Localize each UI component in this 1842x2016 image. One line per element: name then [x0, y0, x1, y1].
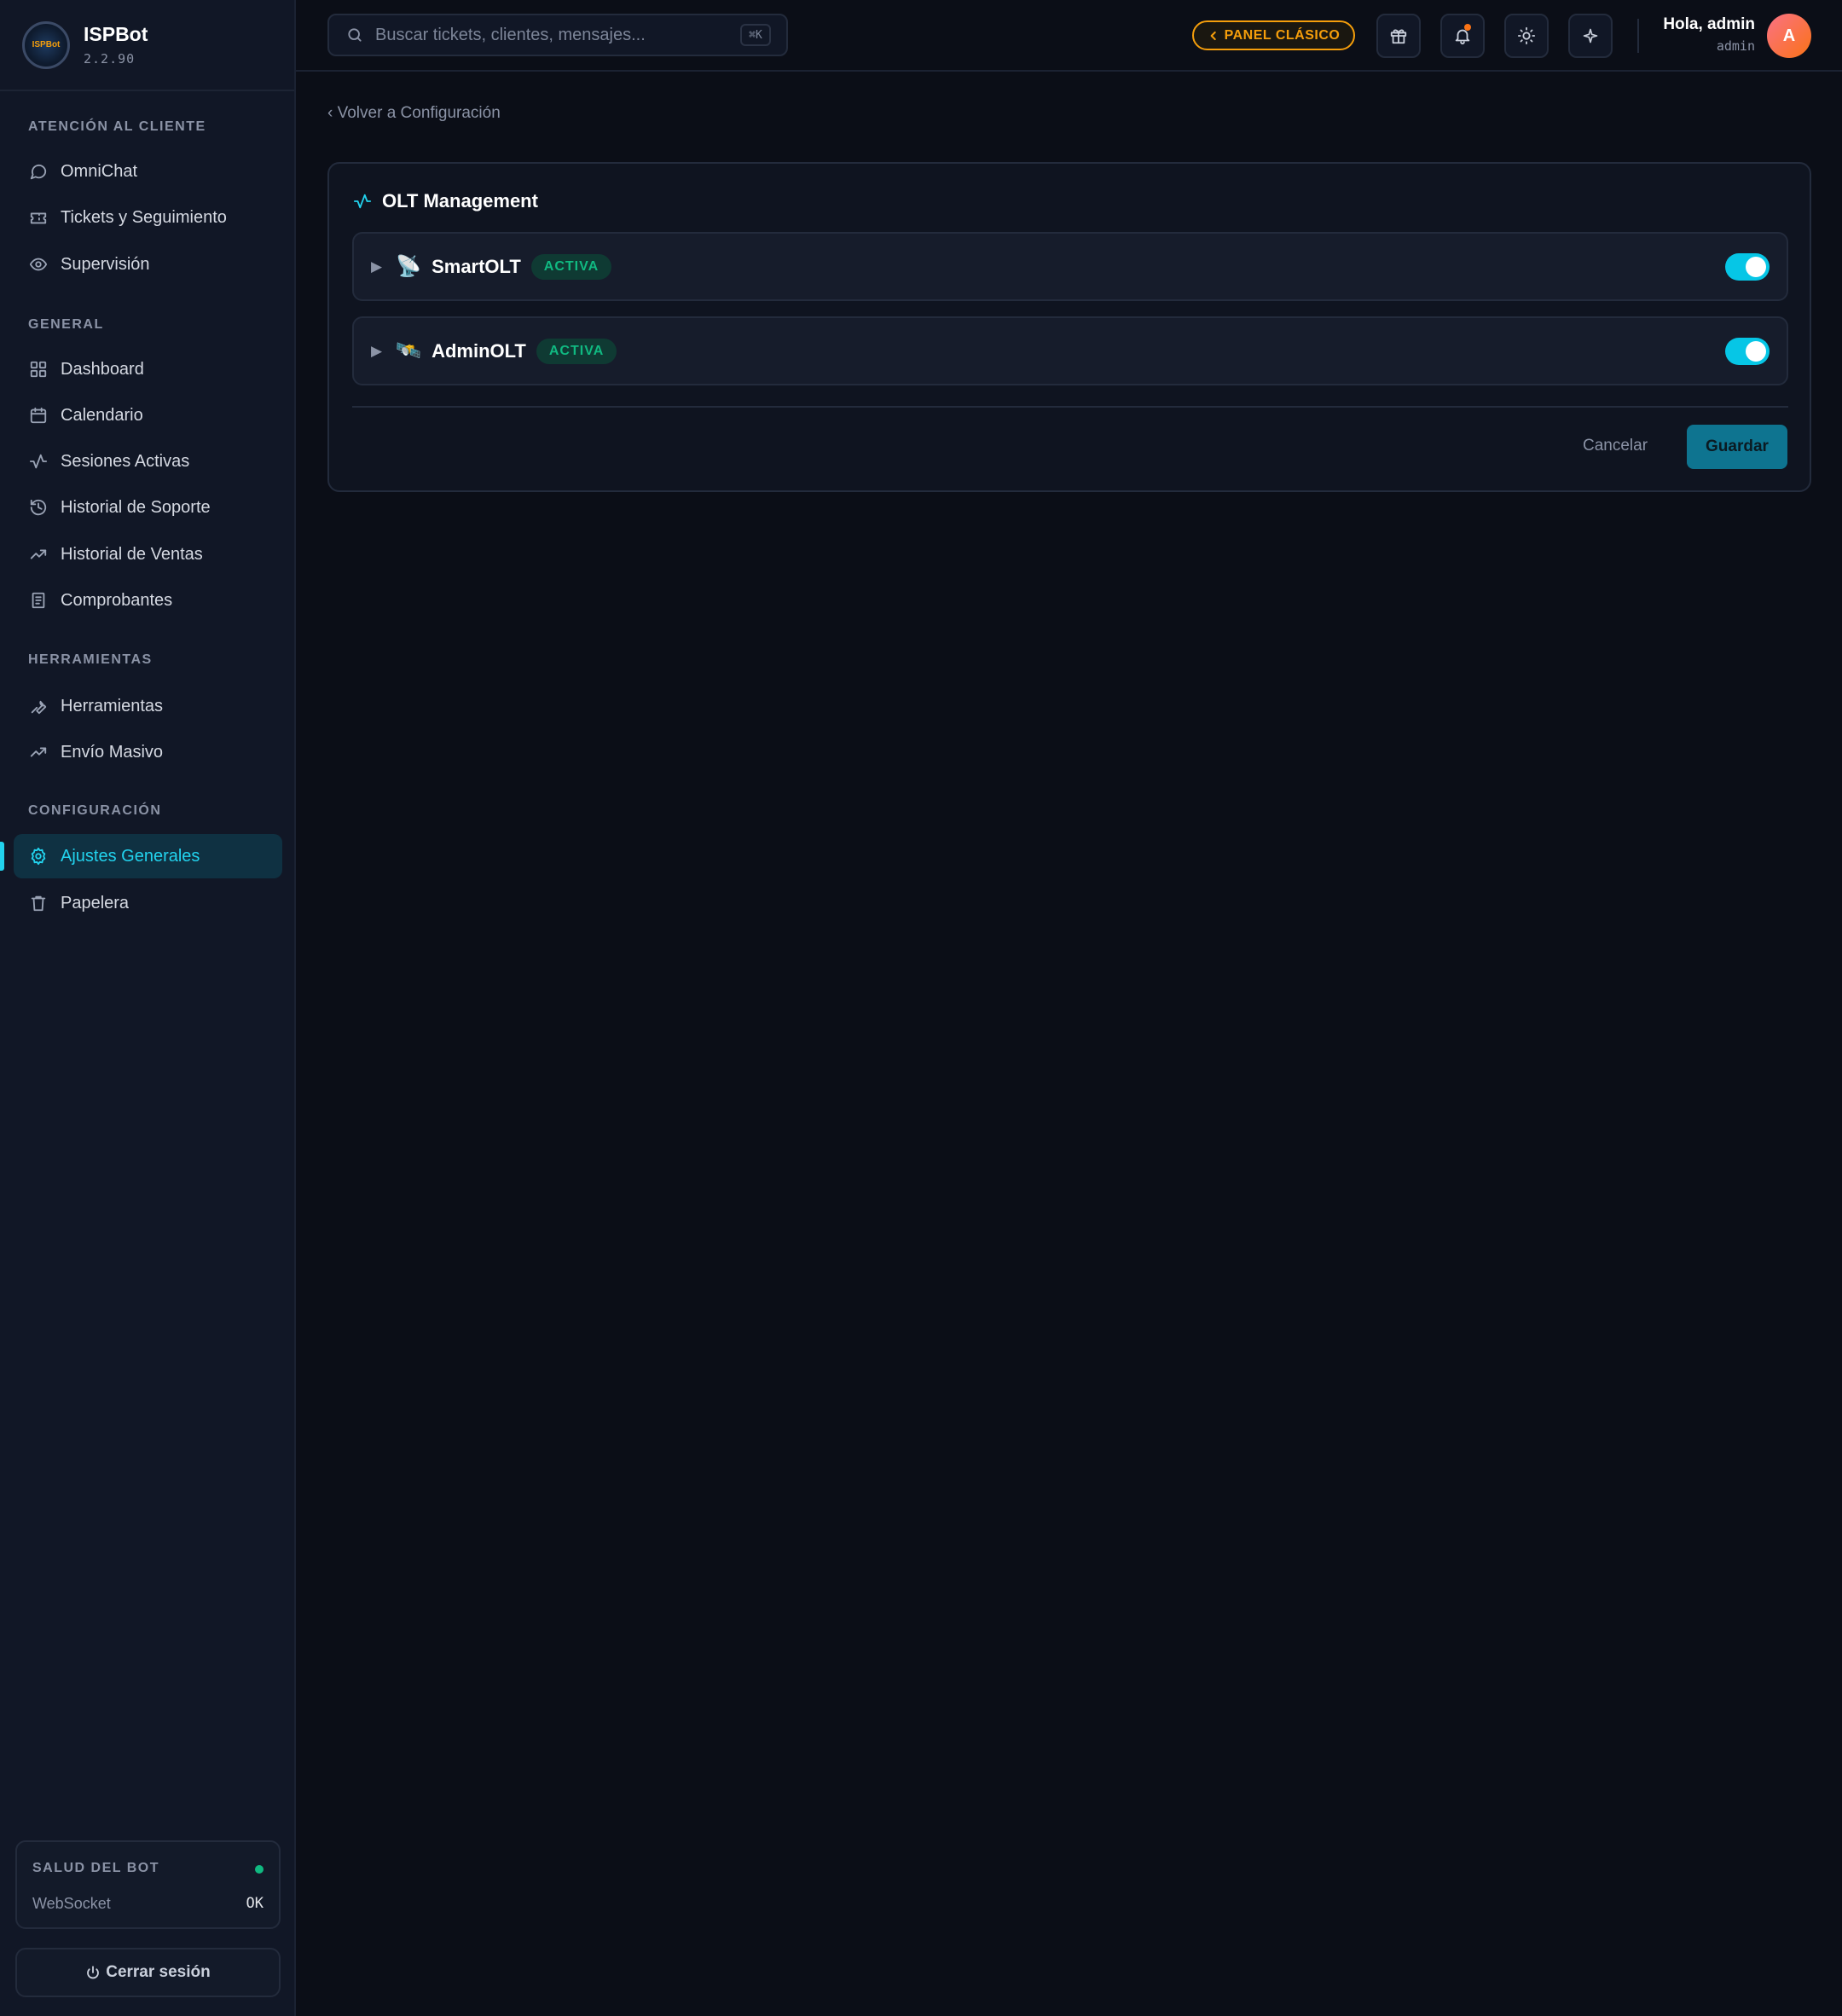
sidebar-item-historial-ventas[interactable]: Historial de Ventas: [14, 532, 282, 576]
section-title-herramientas: HERRAMIENTAS: [28, 652, 153, 667]
top-header: Buscar tickets, clientes, mensajes... ⌘K…: [296, 0, 1842, 72]
section-title-general: GENERAL: [28, 317, 104, 332]
card-title-label: OLT Management: [382, 190, 538, 211]
sidebar-item-label: Envío Masivo: [61, 742, 164, 762]
sidebar-item-envio-masivo[interactable]: Envío Masivo: [14, 730, 282, 774]
satellite-dish-icon: 📡: [396, 255, 422, 278]
activity-icon: [28, 451, 49, 472]
sidebar-item-herramientas[interactable]: Herramientas: [14, 684, 282, 728]
panel-clasico-label: PANEL CLÁSICO: [1224, 27, 1341, 43]
sidebar-item-label: Ajustes Generales: [61, 846, 200, 866]
eye-icon: [28, 254, 49, 275]
sidebar-item-label: Herramientas: [61, 696, 164, 715]
history-icon: [28, 497, 49, 518]
chevron-left-icon: [1208, 30, 1219, 42]
card-divider: [352, 406, 1788, 408]
sidebar-item-ajustes-generales[interactable]: Ajustes Generales: [14, 834, 282, 878]
trending-up-icon: [28, 544, 49, 565]
status-badge: ACTIVA: [530, 253, 612, 280]
theme-toggle-button[interactable]: [1504, 14, 1549, 58]
sidebar-item-dashboard[interactable]: Dashboard: [14, 347, 282, 391]
header-divider: [1637, 19, 1639, 53]
brand: ISPBot ISPBot 2.2.90: [0, 0, 294, 91]
logout-label: Cerrar sesión: [106, 1963, 211, 1981]
health-websocket-value: OK: [246, 1895, 264, 1912]
sidebar-item-papelera[interactable]: Papelera: [14, 881, 282, 925]
cancel-button[interactable]: Cancelar: [1583, 437, 1648, 455]
user-role: admin: [1716, 38, 1755, 54]
bot-health-panel: SALUD DEL BOT WebSocket OK: [15, 1840, 281, 1929]
sidebar-item-label: Historial de Ventas: [61, 544, 203, 564]
sidebar-item-historial-soporte[interactable]: Historial de Soporte: [14, 485, 282, 530]
olt-row-smartolt[interactable]: ▶ 📡 SmartOLT ACTIVA: [352, 232, 1788, 301]
sidebar-item-label: Comprobantes: [61, 590, 173, 610]
activity-icon: [353, 192, 372, 211]
sidebar-item-label: Sesiones Activas: [61, 451, 190, 471]
calendar-icon: [28, 405, 49, 426]
user-greeting: Hola, admin: [1663, 15, 1755, 33]
sidebar-item-label: Supervisión: [61, 254, 150, 274]
panel-clasico-button[interactable]: PANEL CLÁSICO: [1192, 20, 1355, 50]
sidebar-item-supervision[interactable]: Supervisión: [14, 242, 282, 287]
sun-icon: [1517, 26, 1536, 45]
olt-name: AdminOLT: [432, 339, 526, 362]
search-placeholder: Buscar tickets, clientes, mensajes...: [375, 25, 646, 44]
expand-caret-icon[interactable]: ▶: [371, 258, 382, 275]
health-title: SALUD DEL BOT: [32, 1861, 159, 1875]
toggle-knob: [1746, 341, 1766, 362]
brand-version: 2.2.90: [84, 51, 136, 67]
ticket-icon: [28, 207, 49, 228]
satellite-icon: 🛰️: [396, 339, 422, 362]
sidebar-item-label: Dashboard: [61, 359, 144, 379]
ai-assistant-button[interactable]: [1568, 14, 1613, 58]
sidebar-item-label: Tickets y Seguimiento: [61, 207, 227, 227]
olt-management-card: OLT Management ▶ 📡 SmartOLT ACTIVA ▶ 🛰️ …: [327, 162, 1811, 492]
save-button[interactable]: Guardar: [1687, 425, 1787, 469]
card-title: OLT Management: [353, 190, 538, 212]
active-indicator: [0, 842, 4, 871]
expand-caret-icon[interactable]: ▶: [371, 343, 382, 360]
smartolt-enable-toggle[interactable]: [1725, 253, 1770, 281]
gift-icon: [1389, 26, 1408, 45]
grid-icon: [28, 359, 49, 379]
health-websocket-label: WebSocket: [32, 1895, 111, 1912]
trash-icon: [28, 893, 49, 913]
sidebar-item-omnichat[interactable]: OmniChat: [14, 149, 282, 194]
chat-bubble-icon: [28, 161, 49, 182]
sidebar: ISPBot ISPBot 2.2.90 ATENCIÓN AL CLIENTE…: [0, 0, 296, 2016]
section-title-configuracion: CONFIGURACIÓN: [28, 803, 162, 818]
adminolt-enable-toggle[interactable]: [1725, 338, 1770, 365]
sidebar-item-label: OmniChat: [61, 161, 138, 181]
trending-up-icon: [28, 742, 49, 762]
search-icon: [346, 26, 363, 43]
sparkle-icon: [1582, 27, 1599, 44]
notifications-button[interactable]: [1440, 14, 1485, 58]
sidebar-item-sesiones[interactable]: Sesiones Activas: [14, 439, 282, 484]
sidebar-item-calendario[interactable]: Calendario: [14, 393, 282, 437]
power-icon: [85, 1965, 101, 1980]
search-shortcut: ⌘K: [740, 24, 771, 46]
brand-name: ISPBot: [84, 23, 148, 45]
sidebar-item-label: Calendario: [61, 405, 143, 425]
back-to-settings-link[interactable]: ‹ Volver a Configuración: [327, 104, 501, 123]
notification-dot: [1464, 24, 1471, 31]
logout-button[interactable]: Cerrar sesión: [15, 1948, 281, 1997]
health-status-dot: [255, 1865, 264, 1874]
sidebar-item-label: Papelera: [61, 893, 130, 912]
sidebar-item-tickets[interactable]: Tickets y Seguimiento: [14, 195, 282, 240]
sidebar-item-label: Historial de Soporte: [61, 497, 211, 517]
gift-button[interactable]: [1376, 14, 1421, 58]
avatar[interactable]: A: [1767, 14, 1811, 58]
wrench-icon: [28, 696, 49, 716]
olt-row-adminolt[interactable]: ▶ 🛰️ AdminOLT ACTIVA: [352, 316, 1788, 385]
toggle-knob: [1746, 257, 1766, 277]
olt-name: SmartOLT: [432, 255, 521, 277]
gear-icon: [28, 846, 49, 866]
section-title-atencion: ATENCIÓN AL CLIENTE: [28, 119, 206, 134]
brand-logo[interactable]: ISPBot: [22, 20, 70, 69]
receipt-icon: [28, 590, 49, 611]
status-badge: ACTIVA: [536, 338, 617, 364]
search-input[interactable]: Buscar tickets, clientes, mensajes... ⌘K: [327, 14, 788, 56]
sidebar-item-comprobantes[interactable]: Comprobantes: [14, 578, 282, 623]
